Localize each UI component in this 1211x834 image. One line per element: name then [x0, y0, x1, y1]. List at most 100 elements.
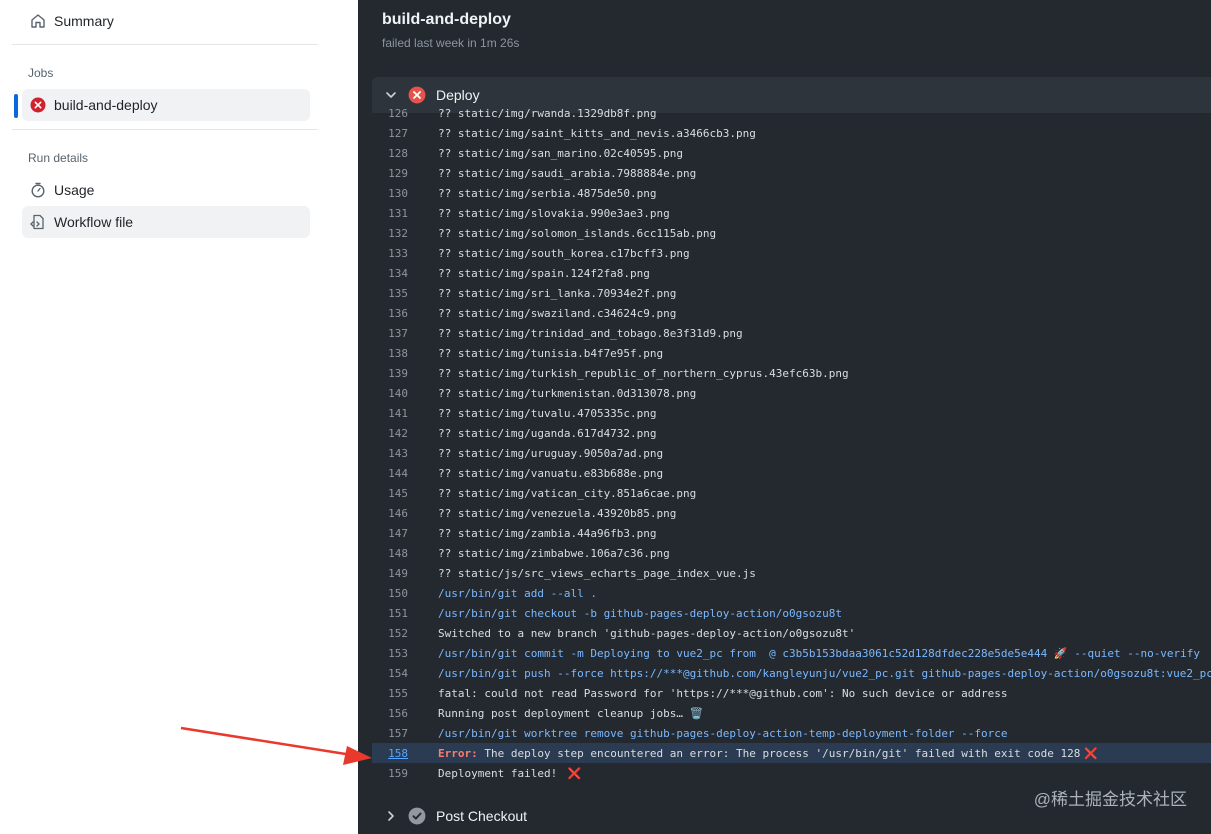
log-line: 140 ?? static/img/turkmenistan.0d313078.p… [372, 383, 1211, 403]
sidebar-item-label: Summary [54, 13, 114, 29]
log-line-text: ?? static/img/spain.124f2fa8.png [438, 267, 650, 280]
log-line-text: ?? static/img/zimbabwe.106a7c36.png [438, 547, 670, 560]
log-line-number[interactable]: 137 [372, 327, 408, 340]
log-line-number[interactable]: 152 [372, 627, 408, 640]
log-line: 131 ?? static/img/slovakia.990e3ae3.png [372, 203, 1211, 223]
log-line: 129 ?? static/img/saudi_arabia.7988884e.p… [372, 163, 1211, 183]
watermark: @稀土掘金技术社区 [1033, 790, 1187, 809]
log-line-text: ?? static/img/tunisia.b4f7e95f.png [438, 347, 663, 360]
log-line-text: ?? static/img/tuvalu.4705335c.png [438, 407, 657, 420]
log-line-body: /usr/bin/git push --force https://***@gi… [438, 666, 1211, 680]
sidebar: Summary Jobs build-and-deploy Run detail… [0, 0, 358, 834]
log-line: 130 ?? static/img/serbia.4875de50.png [372, 183, 1211, 203]
log-line-number[interactable]: 131 [372, 207, 408, 220]
log-line-body: ?? static/img/solomon_islands.6cc115ab.p… [438, 226, 717, 240]
jobs-section-label: Jobs [28, 66, 54, 80]
log-line-text: ?? static/img/vanuatu.e83b688e.png [438, 467, 663, 480]
log-line-number[interactable]: 154 [372, 667, 408, 680]
log-line-body: ?? static/img/spain.124f2fa8.png [438, 266, 650, 280]
log-line-text: ?? static/img/uganda.617d4732.png [438, 427, 657, 440]
log-line-body: ?? static/img/saint_kitts_and_nevis.a346… [438, 126, 756, 140]
home-icon [30, 13, 46, 29]
log-line: 138 ?? static/img/tunisia.b4f7e95f.png [372, 343, 1211, 363]
log-line-body: ?? static/img/turkish_republic_of_northe… [438, 366, 849, 380]
log-line-number[interactable]: 140 [372, 387, 408, 400]
log-line-number[interactable]: 158 [372, 747, 408, 760]
log-line-body: ?? static/img/uganda.617d4732.png [438, 426, 657, 440]
log-line: 152 Switched to a new branch 'github-page… [372, 623, 1211, 643]
log-line-number[interactable]: 159 [372, 767, 408, 780]
sidebar-item-label: build-and-deploy [54, 97, 158, 113]
log-line-body: ?? static/img/sri_lanka.70934e2f.png [438, 286, 677, 300]
log-line-body: ?? static/img/vatican_city.851a6cae.png [438, 486, 697, 500]
log-line-number[interactable]: 135 [372, 287, 408, 300]
log-line-number[interactable]: 157 [372, 727, 408, 740]
job-title: build-and-deploy [382, 11, 511, 28]
step-name: Deploy [436, 87, 480, 103]
stopwatch-icon [30, 182, 46, 198]
log-line-number[interactable]: 133 [372, 247, 408, 260]
log-line: 142 ?? static/img/uganda.617d4732.png [372, 423, 1211, 443]
sidebar-item-summary[interactable]: Summary [22, 5, 310, 37]
log-line-body: Deployment failed! [438, 766, 564, 780]
log-line-number[interactable]: 132 [372, 227, 408, 240]
log-line: 135 ?? static/img/sri_lanka.70934e2f.png [372, 283, 1211, 303]
selected-indicator [14, 94, 18, 118]
log-line-text: /usr/bin/git checkout -b github-pages-de… [438, 607, 842, 620]
log-line-number[interactable]: 153 [372, 647, 408, 660]
log-line-number[interactable]: 138 [372, 347, 408, 360]
log-line-text: ?? static/img/saint_kitts_and_nevis.a346… [438, 127, 756, 140]
log-line-number[interactable]: 144 [372, 467, 408, 480]
cross-mark-icon: ❌ [567, 766, 582, 780]
sidebar-item-workflow-file[interactable]: Workflow file [22, 206, 310, 238]
log-line-number[interactable]: 150 [372, 587, 408, 600]
log-line-text: ?? static/js/src_views_echarts_page_inde… [438, 567, 756, 580]
log-line-text: Running post deployment cleanup jobs… 🗑️ [438, 707, 703, 720]
log-line-number[interactable]: 155 [372, 687, 408, 700]
log-line: 126 ?? static/img/rwanda.1329db8f.png [372, 103, 1211, 123]
step-name: Post Checkout [436, 808, 528, 824]
log-line-number[interactable]: 143 [372, 447, 408, 460]
chevron-right-icon [384, 809, 398, 823]
log-line: 146 ?? static/img/venezuela.43920b85.png [372, 503, 1211, 523]
sidebar-item-usage[interactable]: Usage [22, 174, 310, 206]
log-line-text: fatal: could not read Password for 'http… [438, 687, 1008, 700]
log-line-body: ?? static/img/san_marino.02c40595.png [438, 146, 684, 160]
log-line-number[interactable]: 136 [372, 307, 408, 320]
log-line-number[interactable]: 151 [372, 607, 408, 620]
job-log-panel: build-and-deploy failed last week in 1m … [358, 0, 1211, 834]
sidebar-item-build-and-deploy[interactable]: build-and-deploy [22, 89, 310, 121]
log-line-body: ?? static/img/venezuela.43920b85.png [438, 506, 677, 520]
log-line-number[interactable]: 146 [372, 507, 408, 520]
log-line-number[interactable]: 148 [372, 547, 408, 560]
log-line-number[interactable]: 130 [372, 187, 408, 200]
log-line-body: ?? static/img/trinidad_and_tobago.8e3f31… [438, 326, 743, 340]
log-line-number[interactable]: 147 [372, 527, 408, 540]
log-line-text: ?? static/img/south_korea.c17bcff3.png [438, 247, 690, 260]
error-label: Error: [438, 746, 478, 760]
log-line-text: ?? static/img/serbia.4875de50.png [438, 187, 657, 200]
log-line-number[interactable]: 129 [372, 167, 408, 180]
log-line: 147 ?? static/img/zambia.44a96fb3.png [372, 523, 1211, 543]
log-line: 133 ?? static/img/south_korea.c17bcff3.pn… [372, 243, 1211, 263]
log-line-number[interactable]: 126 [372, 107, 408, 120]
log-line-number[interactable]: 127 [372, 127, 408, 140]
log-line: 141 ?? static/img/tuvalu.4705335c.png [372, 403, 1211, 423]
log-line-body: fatal: could not read Password for 'http… [438, 686, 1008, 700]
log-line-number[interactable]: 145 [372, 487, 408, 500]
log-line: 144 ?? static/img/vanuatu.e83b688e.png [372, 463, 1211, 483]
log-line-text: ?? static/img/turkish_republic_of_northe… [438, 367, 849, 380]
log-line: 156 Running post deployment cleanup jobs…… [372, 703, 1211, 723]
log-line-number[interactable]: 128 [372, 147, 408, 160]
log-line: 149 ?? static/js/src_views_echarts_page_i… [372, 563, 1211, 583]
log-line: 157/usr/bin/git worktree remove github-p… [372, 723, 1211, 743]
log-line-number[interactable]: 139 [372, 367, 408, 380]
log-line-number[interactable]: 141 [372, 407, 408, 420]
log-line-number[interactable]: 156 [372, 707, 408, 720]
log-line-number[interactable]: 142 [372, 427, 408, 440]
log-line-number[interactable]: 149 [372, 567, 408, 580]
log-line-text: ?? static/img/zambia.44a96fb3.png [438, 527, 657, 540]
log-line-text: /usr/bin/git push --force https://***@gi… [438, 667, 1211, 680]
divider [12, 129, 318, 130]
log-line-number[interactable]: 134 [372, 267, 408, 280]
